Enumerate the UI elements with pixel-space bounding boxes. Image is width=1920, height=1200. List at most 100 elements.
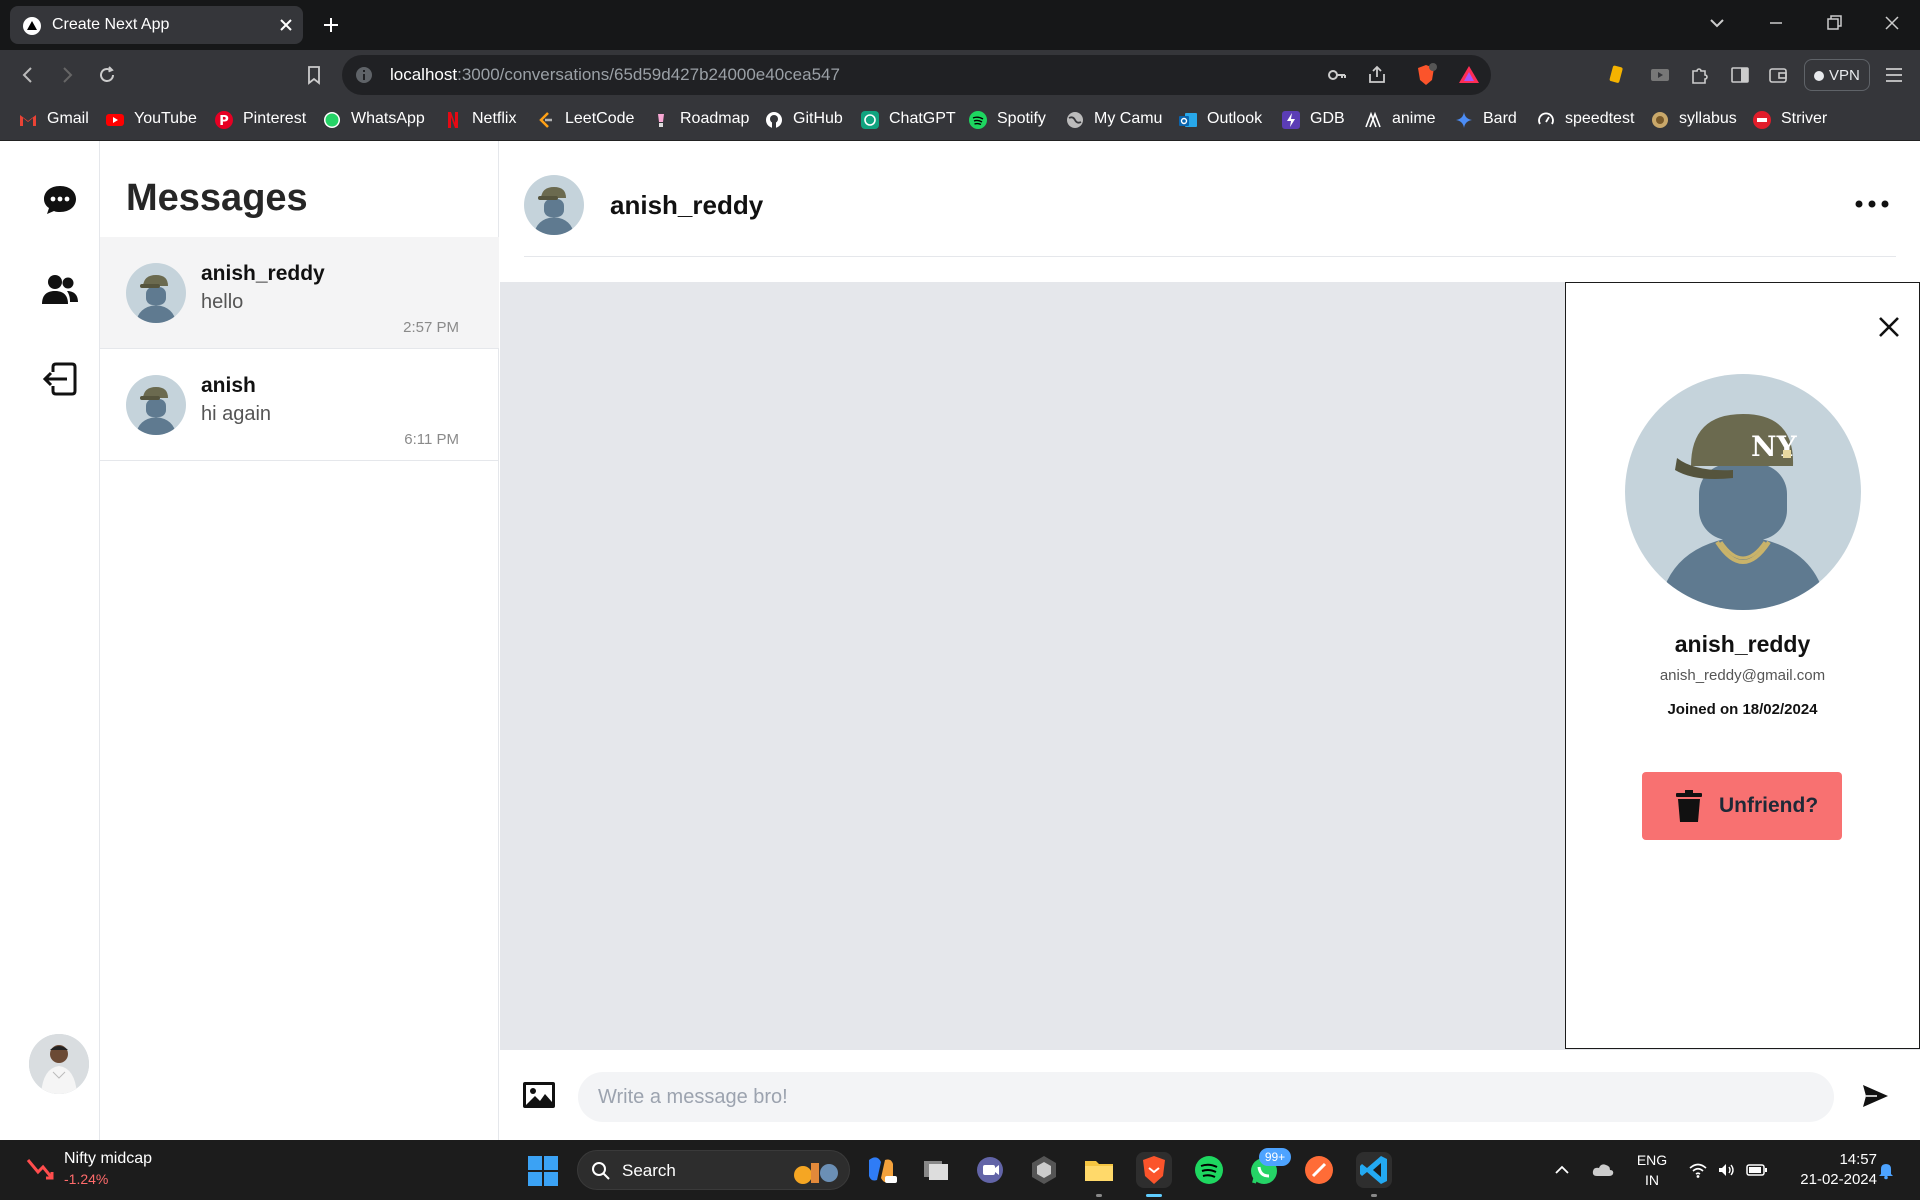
tab-title: Create Next App (52, 16, 170, 33)
bookmark-label: Netflix (472, 110, 517, 127)
language-indicator[interactable]: ENG IN (1634, 1150, 1670, 1190)
conversation-item[interactable]: anish_reddy hello 2:57 PM (100, 237, 499, 349)
stock-down-icon (26, 1156, 54, 1182)
brave-shield-icon[interactable] (1414, 63, 1438, 87)
reload-icon[interactable] (95, 63, 119, 87)
search-icon (591, 1161, 611, 1181)
globe-icon (1066, 111, 1084, 129)
region-code: IN (1645, 1172, 1659, 1188)
key-icon[interactable] (1327, 65, 1347, 85)
windows-taskbar: Nifty midcap -1.24% Search 99+ ENG IN 14… (0, 1140, 1920, 1200)
taskbar-search[interactable]: Search (577, 1150, 850, 1190)
show-hidden-icons-chevron[interactable] (1552, 1160, 1572, 1180)
sidebar-toggle-icon[interactable] (1728, 63, 1752, 87)
anime-icon (1364, 111, 1382, 129)
bookmark-label: YouTube (134, 110, 197, 127)
avatar (126, 263, 186, 323)
message-input[interactable] (578, 1072, 1834, 1122)
striver-icon (1753, 111, 1771, 129)
send-icon[interactable] (1857, 1078, 1893, 1114)
search-highlight-icon (783, 1157, 841, 1185)
bookmark-label: Spotify (997, 110, 1046, 127)
site-info-icon[interactable] (355, 66, 373, 84)
search-label: Search (622, 1161, 676, 1180)
chatgpt-icon (861, 111, 879, 129)
bookmark-label: WhatsApp (351, 110, 425, 127)
whatsapp-icon (323, 111, 341, 129)
nextjs-favicon-icon (23, 17, 41, 35)
menu-icon[interactable] (1882, 63, 1906, 87)
vpn-status-icon (1814, 71, 1824, 81)
clock-date: 21-02-2024 (1800, 1171, 1877, 1188)
bookmark-label: anime (1392, 110, 1436, 127)
new-tab-icon[interactable] (320, 14, 342, 36)
unfriend-label: Unfriend? (1719, 794, 1819, 817)
conversation-time: 6:11 PM (404, 431, 459, 448)
speedtest-icon (1537, 111, 1555, 129)
wifi-icon[interactable] (1688, 1160, 1708, 1180)
extension-media-icon[interactable] (1648, 63, 1672, 87)
svg-text:P: P (219, 114, 229, 129)
chat-header: anish_reddy (524, 141, 1896, 257)
battery-icon[interactable] (1746, 1160, 1768, 1180)
conversation-item[interactable]: anish hi again 6:11 PM (100, 349, 499, 461)
postman-icon[interactable] (1301, 1152, 1337, 1188)
more-options-icon[interactable] (1854, 194, 1890, 214)
avatar[interactable] (524, 175, 584, 235)
profile-name: anish_reddy (1674, 631, 1811, 657)
browser-tab[interactable]: Create Next App (10, 6, 303, 44)
file-explorer-icon[interactable] (1081, 1152, 1117, 1188)
task-view-icon[interactable] (918, 1152, 954, 1188)
vpn-label: VPN (1829, 67, 1860, 84)
teams-chat-icon[interactable] (972, 1152, 1008, 1188)
users-icon[interactable] (40, 270, 80, 310)
chat-bubble-icon[interactable] (40, 180, 80, 220)
image-upload-icon[interactable] (522, 1080, 556, 1110)
conversation-name: anish_reddy (201, 262, 325, 285)
unfriend-button[interactable]: Unfriend? (1642, 772, 1842, 840)
share-icon[interactable] (1367, 65, 1387, 85)
conversation-name: anish (201, 374, 256, 397)
chat-header-name: anish_reddy (610, 190, 764, 220)
vpn-button[interactable]: VPN (1804, 59, 1870, 91)
bookmark-icon[interactable] (302, 63, 326, 87)
forward-icon[interactable] (55, 63, 79, 87)
wallet-icon[interactable] (1766, 63, 1790, 87)
trash-icon (1676, 790, 1702, 822)
extensions-puzzle-icon[interactable] (1688, 63, 1712, 87)
message-composer (500, 1049, 1920, 1140)
current-user-avatar[interactable] (29, 1034, 89, 1094)
bookmark-label: My Camu (1094, 110, 1163, 127)
minimize-icon[interactable] (1763, 10, 1789, 36)
logout-icon[interactable] (40, 359, 80, 399)
spotify-icon (969, 111, 987, 129)
volume-icon[interactable] (1716, 1160, 1736, 1180)
language-code: ENG (1636, 1152, 1668, 1168)
spotify-app-icon[interactable] (1191, 1152, 1227, 1188)
url-path: :3000/conversations/65d59d427b24000e40ce… (457, 65, 840, 84)
close-tab-icon[interactable] (278, 17, 294, 33)
tab-search-chevron-icon[interactable] (1704, 10, 1730, 36)
unity-hub-icon[interactable] (1026, 1152, 1062, 1188)
profile-joined-date: Joined on 18/02/2024 (1667, 701, 1818, 718)
roadmap-icon (652, 111, 670, 129)
address-bar[interactable]: localhost:3000/conversations/65d59d427b2… (342, 55, 1491, 95)
windows-start-icon[interactable] (528, 1156, 558, 1186)
brave-rewards-icon[interactable] (1457, 63, 1481, 87)
youtube-icon (106, 111, 124, 129)
stock-widget[interactable]: Nifty midcap -1.24% (26, 1150, 206, 1190)
restore-icon[interactable] (1821, 10, 1847, 36)
close-window-icon[interactable] (1879, 10, 1905, 36)
close-icon[interactable] (1876, 314, 1902, 340)
system-clock[interactable]: 14:57 21-02-2024 (1787, 1150, 1877, 1190)
back-icon[interactable] (16, 63, 40, 87)
onedrive-icon[interactable] (1591, 1160, 1615, 1180)
brave-browser-icon[interactable] (1136, 1152, 1172, 1188)
bookmark-label: Striver (1781, 110, 1828, 127)
notification-bell-icon[interactable] (1876, 1160, 1896, 1180)
avatar (126, 375, 186, 435)
copilot-icon[interactable] (863, 1152, 899, 1188)
extension-yellow-icon[interactable] (1607, 63, 1631, 87)
bookmark-label: ChatGPT (889, 110, 956, 127)
vscode-icon[interactable] (1356, 1152, 1392, 1188)
